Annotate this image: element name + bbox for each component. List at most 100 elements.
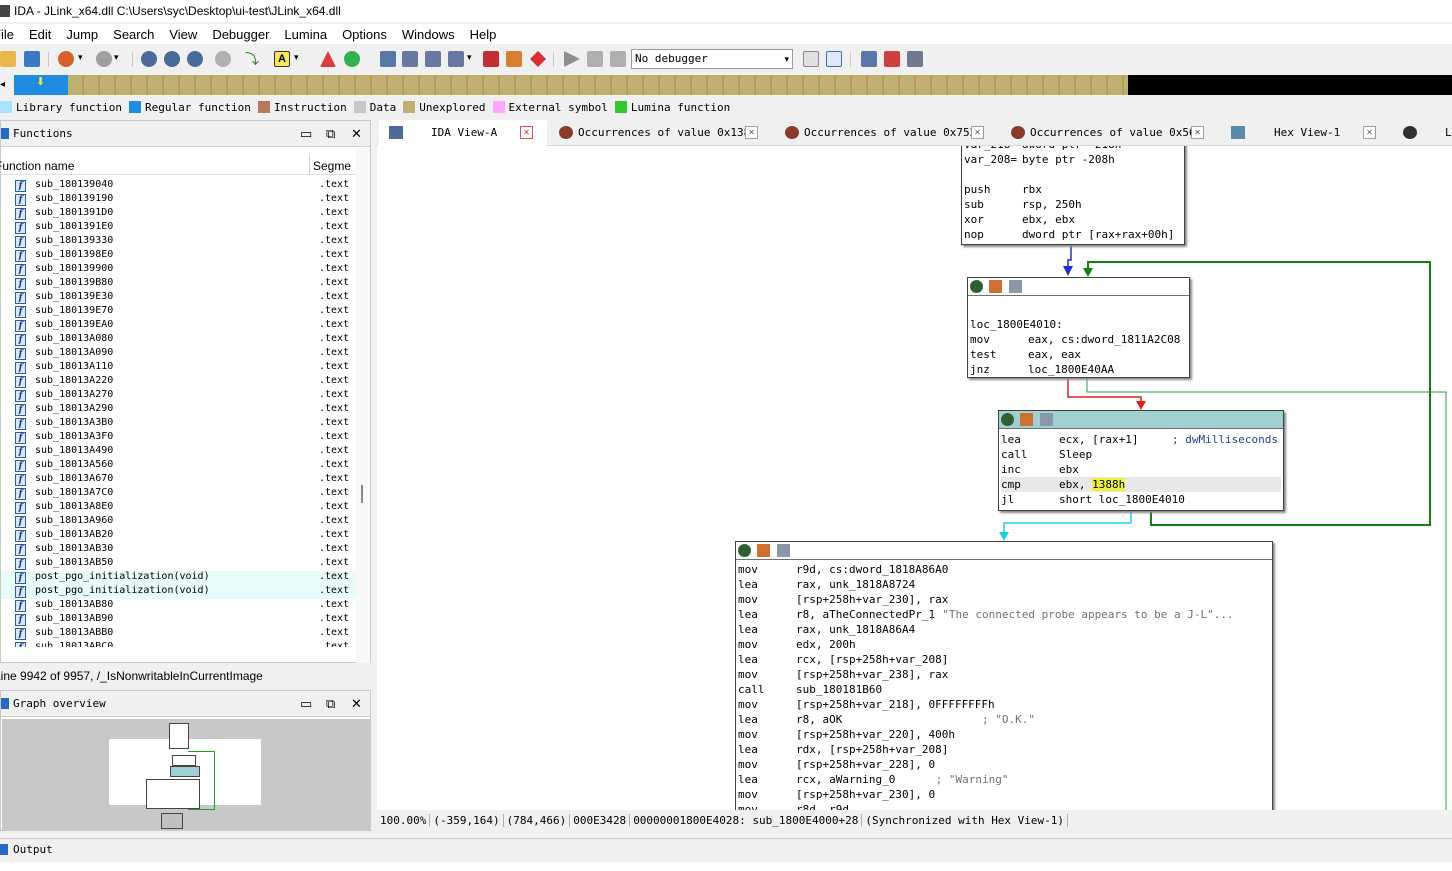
function-row[interactable]: f sub_18013A560 .text xyxy=(1,459,356,473)
function-row[interactable]: f sub_18013A3B0 .text xyxy=(1,417,356,431)
function-row[interactable]: f sub_180139E30 .text xyxy=(1,291,356,305)
asm-line[interactable]: nop dword ptr [rax+rax+00h] xyxy=(964,227,1182,242)
graph-view-icon[interactable] xyxy=(141,51,157,67)
float-icon[interactable]: ⧉ xyxy=(326,696,335,712)
output-panel[interactable] xyxy=(0,862,1452,871)
asm-line[interactable]: xor ebx, ebx xyxy=(964,212,1182,227)
function-row[interactable]: f sub_18013AB90 .text xyxy=(1,613,356,627)
color-node-icon[interactable] xyxy=(1001,413,1014,426)
text-view-icon[interactable] xyxy=(164,51,180,67)
menu-jump[interactable]: Jump xyxy=(66,27,98,42)
graph-overview-canvas[interactable] xyxy=(2,719,371,831)
functions-icon[interactable] xyxy=(425,51,441,67)
asm-line[interactable]: mov edx, 200h xyxy=(738,637,1270,652)
menu-edit[interactable]: Edit xyxy=(29,27,51,42)
function-row[interactable]: f sub_18013A3F0 .text xyxy=(1,431,356,445)
rename-icon[interactable] xyxy=(757,544,770,557)
text-color-icon[interactable]: A xyxy=(274,51,290,67)
function-row[interactable]: f sub_180139EA0 .text xyxy=(1,319,356,333)
navigation-band[interactable]: ◂ ⬇ xyxy=(0,75,1452,95)
code-block-loop-check[interactable]: loc_1800E4010: mov eax, cs:dword_1811A2C08… xyxy=(967,277,1190,378)
function-row[interactable]: f sub_18013A670 .text xyxy=(1,473,356,487)
lumina-icon[interactable] xyxy=(344,51,360,67)
hex-view-icon[interactable] xyxy=(187,51,203,67)
collapse-icon[interactable] xyxy=(777,544,790,557)
menu-lumina[interactable]: Lumina xyxy=(284,27,327,42)
list-icon[interactable] xyxy=(861,51,877,67)
asm-line[interactable]: push rbx xyxy=(964,182,1182,197)
function-row[interactable]: f sub_1801398E0 .text xyxy=(1,249,356,263)
function-row[interactable]: f sub_180139040 .text xyxy=(1,179,356,193)
column-divider[interactable] xyxy=(309,155,310,175)
function-row[interactable]: f sub_18013A080 .text xyxy=(1,333,356,347)
chevron-down-icon[interactable]: ▾ xyxy=(78,52,88,68)
debugger-select[interactable]: No debugger ▾ xyxy=(631,49,793,69)
close-icon[interactable]: ✕ xyxy=(520,126,533,139)
asm-line[interactable]: lea r8, aTheConnectedPr_1; "The connected… xyxy=(738,607,1270,622)
function-row[interactable]: f sub_180139900 .text xyxy=(1,263,356,277)
menu-view[interactable]: View xyxy=(169,27,197,42)
close-icon[interactable]: ✕ xyxy=(1363,126,1376,139)
asm-line[interactable]: mov r8d, r9d xyxy=(738,802,1270,810)
chevron-down-icon[interactable]: ▾ xyxy=(467,52,477,68)
function-row[interactable]: f sub_18013A090 .text xyxy=(1,347,356,361)
function-row[interactable]: f sub_18013A8E0 .text xyxy=(1,501,356,515)
asm-line[interactable]: call sub_180181B60 xyxy=(738,682,1270,697)
asm-line[interactable]: lea r8, aOK ; "O.K." xyxy=(738,712,1270,727)
collapse-icon[interactable] xyxy=(1040,413,1053,426)
asm-line[interactable]: mov [rsp+258h+var_230], rax xyxy=(738,592,1270,607)
asm-line[interactable]: mov eax, cs:dword_1811A2C08 xyxy=(970,332,1187,347)
breakpoint-icon[interactable] xyxy=(483,51,499,67)
float-icon[interactable]: ⧉ xyxy=(326,126,335,142)
menu-options[interactable]: Options xyxy=(342,27,387,42)
asm-line[interactable]: lea rcx, [rsp+258h+var_208] xyxy=(738,652,1270,667)
close-icon[interactable]: ✕ xyxy=(351,696,362,712)
function-row[interactable]: f sub_18013ABC0 .text xyxy=(1,641,356,647)
strings-icon[interactable] xyxy=(448,51,464,67)
function-row[interactable]: f sub_1801391E0 .text xyxy=(1,221,356,235)
tab-local-types[interactable]: Lo xyxy=(1403,120,1452,146)
tab-occurrences-56c[interactable]: Occurrences of value 0x56C ✕ xyxy=(1009,120,1224,146)
graph-view[interactable]: var_218=dword ptr -218hvar_208=byte ptr … xyxy=(377,146,1452,810)
save-icon[interactable] xyxy=(24,51,40,67)
asm-line[interactable]: test eax, eax xyxy=(970,347,1187,362)
tab-occurrences-1388[interactable]: Occurrences of value 0x1388 ✕ xyxy=(557,120,772,146)
asm-line[interactable]: sub rsp, 250h xyxy=(964,197,1182,212)
chevron-down-icon[interactable]: ▾ xyxy=(294,52,304,68)
asm-line[interactable]: lea rcx, aWarning_0 ; "Warning" xyxy=(738,772,1270,787)
asm-line[interactable]: mov [rsp+258h+var_238], rax xyxy=(738,667,1270,682)
asm-line[interactable]: mov [rsp+258h+var_228], 0 xyxy=(738,757,1270,772)
asm-line[interactable]: jnz loc_1800E40AA xyxy=(970,362,1187,377)
color-node-icon[interactable] xyxy=(738,544,751,557)
tab-ida-view-a[interactable]: IDA View-A ✕ xyxy=(379,120,547,146)
patch-icon[interactable] xyxy=(506,51,522,67)
close-icon[interactable]: ✕ xyxy=(971,126,984,139)
chevron-down-icon[interactable]: ▾ xyxy=(114,52,124,68)
sort-icon[interactable] xyxy=(884,51,900,67)
mark-icon[interactable] xyxy=(320,51,336,67)
cpp-icon[interactable] xyxy=(803,51,819,67)
function-row[interactable]: f sub_1801391D0 .text xyxy=(1,207,356,221)
stop-icon[interactable] xyxy=(530,51,546,67)
function-row[interactable]: f sub_180139190 .text xyxy=(1,193,356,207)
close-icon[interactable]: ✕ xyxy=(351,126,362,142)
function-row[interactable]: f sub_180139B80 .text xyxy=(1,277,356,291)
asm-line[interactable]: mov r9d, cs:dword_1818A86A0 xyxy=(738,562,1270,577)
asm-line[interactable]: lea rdx, [rsp+258h+var_208] xyxy=(738,742,1270,757)
asm-line[interactable]: mov [rsp+258h+var_230], 0 xyxy=(738,787,1270,802)
jump-icon[interactable]: ⤵ xyxy=(245,49,261,67)
asm-line[interactable]: loc_1800E4010: xyxy=(970,317,1187,332)
rename-icon[interactable] xyxy=(1020,413,1033,426)
function-row[interactable]: f sub_18013A7C0 .text xyxy=(1,487,356,501)
back-icon[interactable] xyxy=(58,51,74,67)
function-row[interactable]: f post_pgo_initialization(void) .text xyxy=(1,571,356,585)
functions-scrollbar[interactable] xyxy=(356,147,370,663)
function-row[interactable]: f sub_18013A960 .text xyxy=(1,515,356,529)
asm-line[interactable]: lea rax, unk_1818A8724 xyxy=(738,577,1270,592)
minimize-icon[interactable]: ▭ xyxy=(300,126,312,142)
terminate-icon[interactable] xyxy=(610,51,626,67)
segments-icon[interactable] xyxy=(380,51,396,67)
asm-line[interactable]: mov [rsp+258h+var_220], 400h xyxy=(738,727,1270,742)
function-row[interactable]: f sub_18013AB50 .text xyxy=(1,557,356,571)
proximity-icon[interactable] xyxy=(215,51,231,67)
